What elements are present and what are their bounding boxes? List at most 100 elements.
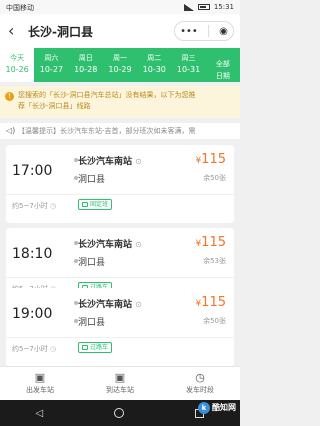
close-icon[interactable]: ◉	[219, 26, 228, 37]
date-day: 今天	[10, 54, 25, 62]
page-title: 长沙-洞口县	[28, 25, 93, 39]
trip-type-label: 过路车	[90, 344, 109, 351]
date-value: 10-31	[176, 65, 201, 74]
bus-icon	[82, 202, 88, 207]
home-icon[interactable]	[114, 408, 125, 418]
bus-icon	[82, 345, 88, 350]
clock-icon: ◷	[195, 371, 205, 384]
capsule-divider	[207, 25, 209, 37]
date-tab[interactable]: 周六 10-27	[34, 48, 68, 82]
from-station: 长沙汽车南站 ⊙	[78, 237, 142, 250]
bottom-filter-bar: ▣ 出发车站 ▣ 到达车站 ◷ 发车时段	[0, 366, 240, 400]
route-dots	[74, 301, 78, 323]
date-value: 10-30	[142, 65, 166, 74]
to-station: 洞口县	[78, 318, 106, 328]
date-day: 周三	[181, 54, 196, 62]
date-tab[interactable]: 周一 10-29	[103, 48, 137, 82]
trip-type-label: 固定班	[90, 201, 109, 208]
tab-label: 到达车站	[106, 386, 134, 394]
date-value: 10-29	[108, 65, 132, 74]
from-station-label: 长沙汽车南站	[78, 300, 133, 310]
nav-bar: ‹ 长沙-洞口县 ••• ◉	[0, 14, 240, 48]
price: ¥115	[195, 152, 226, 167]
carrier-label: 中国移动	[6, 4, 34, 12]
trip-card[interactable]: 19:00 长沙汽车南站 ⊙ 洞口县 ¥115 余50张 约5~7小时 ◷ 过路…	[6, 288, 234, 366]
route-dots	[74, 241, 78, 263]
back-icon[interactable]: ‹	[8, 22, 14, 40]
date-tab[interactable]: 周日 10-28	[69, 48, 103, 82]
tip-text: 【温馨提示】长沙汽车东站-吉首，部分班次如未客满，需	[18, 127, 196, 135]
price-value: 115	[201, 235, 226, 250]
from-station-label: 长沙汽车南站	[78, 240, 133, 250]
date-day: 周日	[78, 54, 93, 62]
date-day: 周二	[147, 54, 162, 62]
logo-icon: k	[198, 402, 210, 414]
price-value: 115	[201, 152, 226, 167]
date-value: 日期	[215, 72, 230, 80]
status-right: 15:31	[183, 3, 234, 11]
location-pin-icon[interactable]: ⊙	[135, 157, 142, 166]
mini-program-capsule: ••• ◉	[174, 21, 234, 41]
back-triangle-icon[interactable]: ◁	[36, 408, 44, 419]
date-value: 10-26	[5, 65, 29, 74]
clock-icon: ◷	[50, 202, 57, 210]
date-tab[interactable]: 周二 10-30	[137, 48, 171, 82]
price: ¥115	[195, 295, 226, 310]
notice-line-1: 您搜索的「长沙-洞口县汽车总站」没有结果，以下为您推	[18, 91, 196, 99]
duration: 约5~7小时 ◷	[12, 201, 56, 211]
clock-icon: ◷	[50, 345, 57, 353]
more-icon[interactable]: •••	[180, 26, 198, 37]
tab-departure-period[interactable]: ◷ 发车时段	[160, 367, 240, 400]
seats-left: 余50张	[203, 317, 226, 325]
tab-arrival-station[interactable]: ▣ 到达车站	[80, 367, 160, 400]
route-dots	[74, 158, 78, 180]
location-pin-icon[interactable]: ⊙	[135, 300, 142, 309]
price-value: 115	[201, 295, 226, 310]
duration: 约5~7小时 ◷	[12, 344, 56, 354]
card-divider	[6, 277, 234, 278]
to-station: 洞口县	[78, 258, 106, 268]
trip-type-badge: 过路车	[78, 342, 113, 353]
tip-marquee[interactable]: ◁) 【温馨提示】长沙汽车东站-吉首，部分班次如未客满，需	[0, 123, 240, 139]
from-station: 长沙汽车南站 ⊙	[78, 154, 142, 167]
card-divider	[6, 194, 234, 195]
seats-left: 余53张	[203, 257, 226, 265]
from-station-label: 长沙汽车南站	[78, 157, 133, 167]
tab-label: 发车时段	[186, 386, 214, 394]
date-value: 10-27	[39, 65, 64, 74]
watermark-text: 酷知网	[212, 403, 236, 412]
date-day: 周六	[44, 54, 59, 62]
date-selector: 今天 10-26 周六 10-27 周日 10-28 周一 10-29 周二 1…	[0, 48, 240, 82]
departure-time: 17:00	[12, 163, 53, 179]
clock-time: 15:31	[213, 3, 234, 11]
watermark-logo: k 酷知网	[198, 402, 236, 414]
to-station: 洞口县	[78, 175, 106, 185]
signal-icon	[183, 3, 194, 11]
location-pin-icon[interactable]: ⊙	[135, 240, 142, 249]
status-bar: 中国移动 15:31	[0, 0, 240, 14]
notice-line-2: 荐「长沙-洞口县」线路	[18, 102, 91, 110]
trip-type-badge: 固定班	[78, 199, 113, 210]
departure-time: 19:00	[12, 306, 53, 322]
departure-time: 18:10	[12, 246, 53, 262]
warning-icon: !	[5, 92, 14, 101]
price: ¥115	[195, 235, 226, 250]
tab-label: 出发车站	[26, 386, 54, 394]
duration-label: 约5~7小时	[12, 202, 48, 210]
speaker-icon: ◁)	[6, 126, 16, 135]
no-result-notice: ! 您搜索的「长沙-洞口县汽车总站」没有结果，以下为您推 荐「长沙-洞口县」线路	[0, 86, 240, 118]
date-tab-today[interactable]: 今天 10-26	[0, 48, 35, 82]
date-tab[interactable]: 周三 10-31	[171, 48, 205, 82]
bus-icon: ▣	[114, 371, 126, 384]
duration-label: 约5~7小时	[12, 345, 48, 353]
all-dates-button[interactable]: 全部 日期	[206, 48, 240, 82]
trip-card[interactable]: 17:00 长沙汽车南站 ⊙ 洞口县 ¥115 余50张 约5~7小时 ◷ 固定…	[6, 145, 234, 223]
date-value: 10-28	[74, 65, 98, 74]
date-day: 周一	[112, 54, 127, 62]
seats-left: 余50张	[203, 174, 226, 182]
from-station: 长沙汽车南站 ⊙	[78, 297, 142, 310]
bus-icon: ▣	[34, 371, 46, 384]
date-day: 全部	[215, 60, 230, 68]
card-divider	[6, 337, 234, 338]
tab-departure-station[interactable]: ▣ 出发车站	[0, 367, 80, 400]
